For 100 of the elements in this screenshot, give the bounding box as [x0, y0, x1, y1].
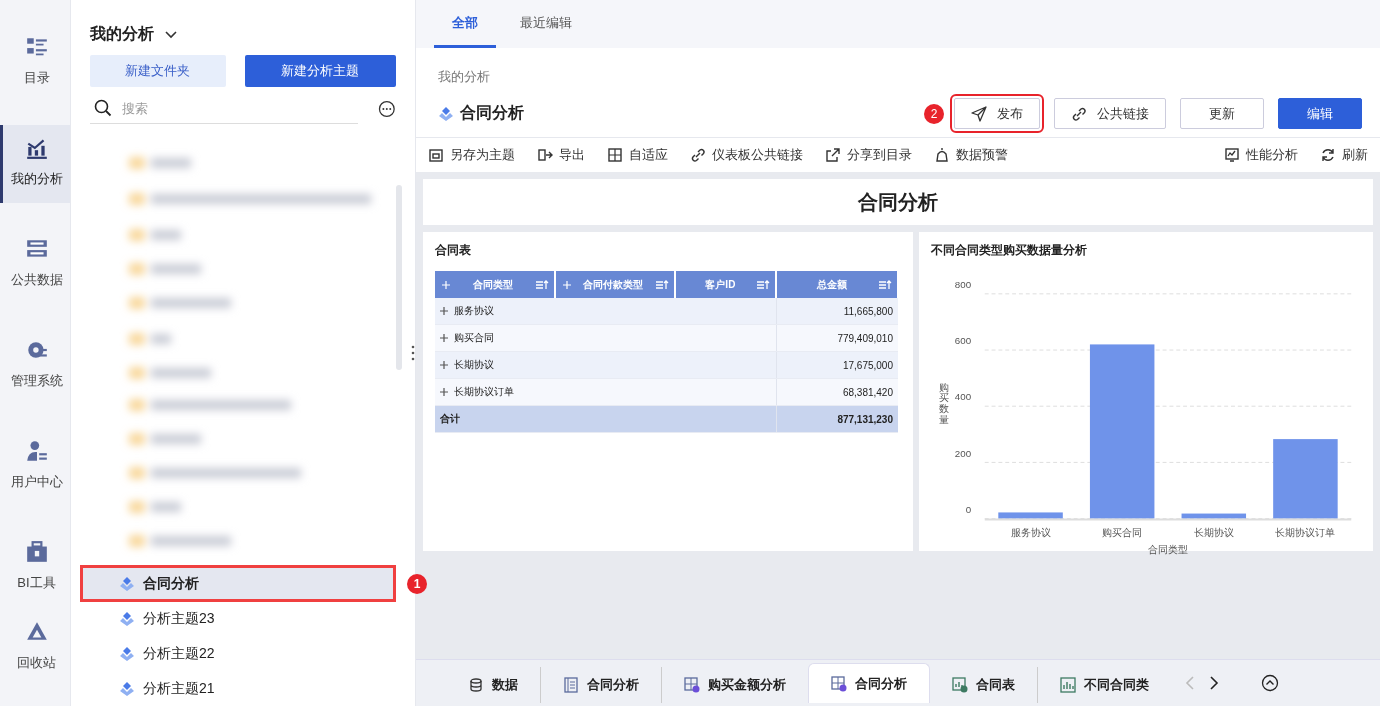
search-field[interactable]: 搜索: [120, 99, 344, 117]
nav-item[interactable]: 用户中心: [0, 428, 70, 506]
sort-icon[interactable]: [656, 279, 670, 290]
grid-icon: [607, 147, 623, 163]
plus-icon[interactable]: [442, 280, 450, 289]
chart-table-icon: [952, 677, 968, 693]
tree-item[interactable]: 分析主题21: [81, 671, 395, 706]
y-tick-label: 400: [954, 391, 972, 403]
refresh-icon: [1320, 147, 1336, 163]
x-tick-label: 长期协议: [1193, 527, 1234, 539]
toolbar-button[interactable]: 刷新: [1320, 146, 1368, 164]
x-tick-label: 购买合同: [1102, 527, 1143, 539]
export-icon: [537, 147, 553, 163]
edit-button[interactable]: 编辑: [1278, 98, 1362, 129]
x-axis-title: 合同类型: [1148, 543, 1188, 555]
public-link-button[interactable]: 公共链接: [1054, 98, 1166, 129]
widget-title: 不同合同类型购买数据量分析: [931, 242, 1087, 259]
collapse-icon[interactable]: [1261, 674, 1279, 692]
nav-item[interactable]: 管理系统: [0, 327, 70, 405]
table-cell: 779,409,010: [776, 324, 898, 352]
nav-item[interactable]: BI工具: [0, 529, 70, 607]
nav-item[interactable]: 我的分析: [0, 125, 70, 203]
panel-title: 我的分析: [90, 24, 154, 44]
bar-chart-icon: [1060, 677, 1076, 693]
toolbar-button[interactable]: 性能分析: [1224, 146, 1298, 164]
nav-item[interactable]: 回收站: [0, 609, 70, 687]
y-tick-label: 200: [954, 447, 972, 459]
topic-icon: [119, 575, 135, 592]
table-cell: 合计: [435, 405, 777, 433]
toolbar-button[interactable]: 另存为主题: [428, 146, 515, 164]
topic-icon: [438, 105, 454, 122]
bell-icon: [934, 147, 950, 163]
sheet-tab[interactable]: 合同分析: [540, 667, 661, 703]
link-icon: [690, 147, 706, 163]
expand-icon[interactable]: [440, 388, 448, 396]
widget-title: 合同表: [435, 242, 471, 259]
page-title: 合同分析: [460, 103, 524, 123]
y-tick-label: 600: [954, 335, 972, 347]
link-icon: [1071, 105, 1087, 122]
sheet-tab[interactable]: 不同合同类: [1037, 667, 1171, 703]
x-tick-label: 长期协议订单: [1275, 527, 1336, 539]
drag-handle-icon[interactable]: [411, 345, 415, 361]
chevron-right-icon[interactable]: [1209, 676, 1219, 690]
sheet-tab[interactable]: 合同表: [930, 667, 1037, 703]
tab[interactable]: 最近编辑: [502, 0, 590, 48]
toolbar-button[interactable]: 仪表板公共链接: [690, 146, 803, 164]
nav-item[interactable]: 公共数据: [0, 226, 70, 304]
document-icon: [563, 677, 579, 693]
new-topic-button[interactable]: 新建分析主题: [244, 55, 396, 87]
table-cell: 17,675,000: [776, 351, 898, 379]
toolbox-icon: [24, 540, 49, 564]
table-cell: 11,665,800: [776, 298, 898, 325]
tab[interactable]: 全部: [434, 0, 496, 48]
chevron-down-icon[interactable]: [164, 29, 178, 40]
expand-icon[interactable]: [440, 334, 448, 342]
new-folder-button[interactable]: 新建文件夹: [90, 55, 226, 87]
plus-icon[interactable]: [562, 280, 571, 289]
sort-icon[interactable]: [879, 279, 892, 290]
y-tick-label: 0: [965, 503, 972, 515]
toolbar-button[interactable]: 导出: [537, 146, 585, 164]
send-icon: [971, 105, 987, 122]
toolbar-button[interactable]: 数据预警: [934, 146, 1008, 164]
y-axis-title: 购买数量: [938, 381, 949, 425]
save-icon: [428, 147, 444, 163]
topic-icon: [119, 680, 135, 697]
table-cell: 877,131,230: [776, 405, 898, 433]
breadcrumb[interactable]: 我的分析: [438, 69, 490, 84]
chart-monitor-icon: [1224, 147, 1240, 163]
tree-item[interactable]: 分析主题22: [81, 636, 395, 671]
sort-icon[interactable]: [535, 279, 549, 290]
table-cell: 购买合同: [454, 331, 494, 345]
dashboard-icon: [831, 675, 847, 692]
share-icon: [825, 147, 841, 163]
toolbar-button[interactable]: 自适应: [607, 146, 668, 164]
table-cell: 服务协议: [454, 304, 494, 318]
sort-icon[interactable]: [757, 279, 771, 290]
scrollbar-thumb[interactable]: [396, 185, 402, 370]
nav-item[interactable]: 目录: [0, 24, 70, 102]
callout-badge: 1: [407, 574, 427, 594]
tree-item[interactable]: 分析主题23: [81, 601, 395, 636]
expand-icon[interactable]: [440, 307, 448, 315]
sheet-tab[interactable]: 合同分析: [808, 663, 930, 703]
y-tick-label: 800: [954, 279, 972, 290]
table-cell: 长期协议: [454, 358, 494, 372]
table-cell: 68,381,420: [776, 378, 898, 406]
topic-icon: [119, 610, 135, 627]
dashboard-icon: [684, 677, 700, 693]
update-button[interactable]: 更新: [1180, 98, 1264, 129]
more-icon[interactable]: [378, 99, 396, 118]
x-tick-label: 服务协议: [1010, 527, 1051, 539]
toolbar-button[interactable]: 分享到目录: [825, 146, 912, 164]
topic-icon: [119, 645, 135, 662]
dashboard-title: 合同分析: [423, 179, 1373, 225]
search-icon: [94, 99, 112, 117]
user-icon: [24, 439, 49, 463]
table-cell: 长期协议订单: [454, 385, 514, 399]
database-icon: [468, 677, 484, 693]
expand-icon[interactable]: [440, 361, 448, 369]
callout-badge: 2: [924, 103, 944, 124]
sheet-tab[interactable]: 数据: [446, 667, 540, 703]
